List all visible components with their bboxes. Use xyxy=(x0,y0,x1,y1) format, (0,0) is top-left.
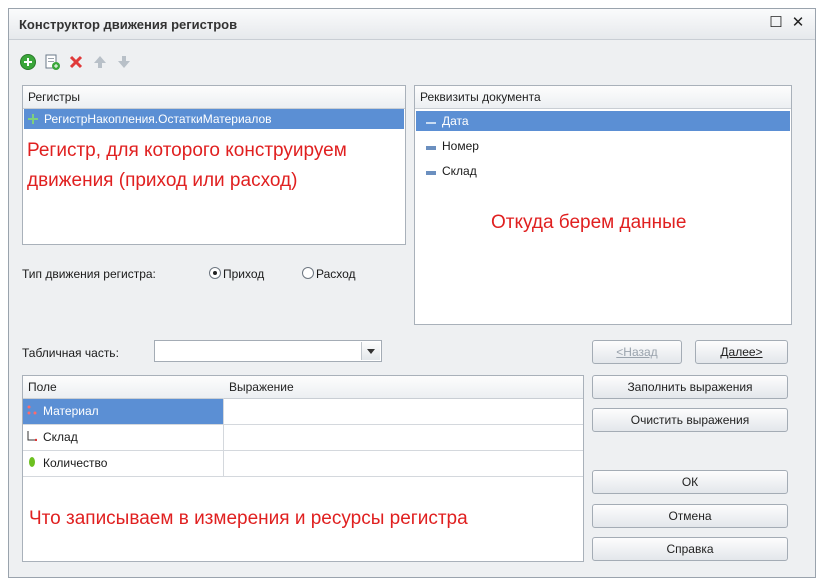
radio-income-label: Приход xyxy=(223,267,265,281)
registers-annotation: Регистр, для которого конструируем движе… xyxy=(27,140,347,191)
attribute-item[interactable]: Склад xyxy=(416,161,790,181)
add-icon[interactable] xyxy=(19,53,37,71)
attribute-item-label: Склад xyxy=(442,164,477,178)
row-field: Склад xyxy=(43,430,78,444)
cancel-button[interactable]: Отмена xyxy=(592,504,788,528)
radio-income[interactable] xyxy=(209,267,221,279)
fields-table: Поле Выражение Материал Склад Количество… xyxy=(22,375,584,562)
attribute-item[interactable]: Дата xyxy=(416,111,790,131)
ok-button[interactable]: ОК xyxy=(592,470,788,494)
radio-expense-label: Расход xyxy=(316,267,356,281)
back-button[interactable]: <Назад xyxy=(592,340,682,364)
next-button[interactable]: Далее> xyxy=(695,340,788,364)
constructor-window: Конструктор движения регистров ☐ ✕ Регис… xyxy=(8,8,816,578)
registers-panel: Регистры РегистрНакопления.ОстаткиМатери… xyxy=(22,85,406,245)
table-row[interactable]: Склад xyxy=(23,425,223,450)
register-item-label: РегистрНакопления.ОстаткиМатериалов xyxy=(44,112,272,126)
movement-type-label: Тип движения регистра: xyxy=(22,267,156,281)
move-up-icon[interactable] xyxy=(91,53,109,71)
row-field: Материал xyxy=(43,404,99,418)
dimension-icon xyxy=(27,425,38,450)
registers-header: Регистры xyxy=(23,86,405,109)
table-annotation: Что записываем в измерения и ресурсы рег… xyxy=(29,508,468,529)
row-field: Количество xyxy=(43,456,108,470)
table-header: Поле Выражение xyxy=(23,376,583,399)
attribute-item-label: Дата xyxy=(442,114,469,128)
tabular-select[interactable] xyxy=(154,340,382,362)
next-label: Далее> xyxy=(720,345,763,359)
close-icon[interactable]: ✕ xyxy=(789,14,807,32)
window-title: Конструктор движения регистров xyxy=(19,17,238,32)
tabular-label: Табличная часть: xyxy=(22,346,119,360)
attribute-icon xyxy=(426,112,436,132)
maximize-icon[interactable]: ☐ xyxy=(767,14,785,32)
attribute-item[interactable]: Номер xyxy=(416,136,790,156)
copy-icon[interactable] xyxy=(43,53,61,71)
chevron-down-icon[interactable] xyxy=(361,342,380,360)
delete-icon[interactable] xyxy=(67,53,85,71)
column-divider xyxy=(223,398,224,476)
plus-icon xyxy=(28,110,38,130)
column-expression[interactable]: Выражение xyxy=(229,376,294,398)
attributes-header: Реквизиты документа xyxy=(415,86,791,109)
attributes-panel: Реквизиты документа Дата Номер Склад Отк… xyxy=(414,85,792,325)
resource-icon xyxy=(27,451,37,476)
move-down-icon[interactable] xyxy=(115,53,133,71)
register-item[interactable]: РегистрНакопления.ОстаткиМатериалов xyxy=(24,109,404,129)
help-button[interactable]: Справка xyxy=(592,537,788,561)
title-bar: Конструктор движения регистров ☐ ✕ xyxy=(9,9,815,40)
fill-expressions-button[interactable]: Заполнить выражения xyxy=(592,375,788,399)
attribute-item-label: Номер xyxy=(442,139,479,153)
row-divider xyxy=(23,476,583,477)
table-row[interactable]: Количество xyxy=(23,451,223,476)
dimension-icon xyxy=(27,399,37,424)
attributes-annotation: Откуда берем данные xyxy=(491,212,687,233)
back-label: <Назад xyxy=(616,345,658,359)
radio-expense[interactable] xyxy=(302,267,314,279)
clear-expressions-button[interactable]: Очистить выражения xyxy=(592,408,788,432)
column-field[interactable]: Поле xyxy=(28,380,57,394)
attribute-icon xyxy=(426,162,436,182)
table-row[interactable]: Материал xyxy=(23,399,223,424)
attribute-icon xyxy=(426,137,436,157)
